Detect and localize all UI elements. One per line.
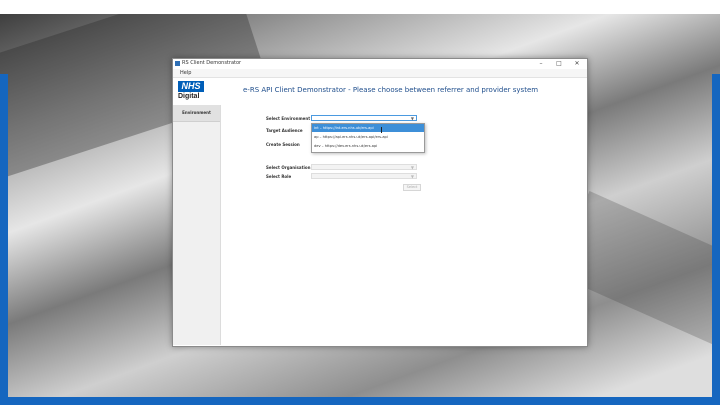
environment-label: Select Environment xyxy=(266,116,311,121)
minimize-button[interactable]: – xyxy=(533,59,549,69)
blue-frame-bottom xyxy=(0,397,720,405)
nhs-logo-box: NHS xyxy=(178,81,204,92)
nhs-digital-logo: NHS Digital xyxy=(178,81,208,101)
app-icon xyxy=(175,61,180,66)
app-window: RS Client Demonstrator – □ ✕ Help NHS Di… xyxy=(172,58,588,347)
sidebar: Environment xyxy=(173,105,221,345)
dropdown-option-dev[interactable]: dev – https://dev.ers.nhs.uk/ers-api xyxy=(312,142,424,150)
menu-help[interactable]: Help xyxy=(180,70,191,76)
target-audience-label: Target Audience xyxy=(266,128,303,133)
page-title: e-RS API Client Demonstrator - Please ch… xyxy=(243,86,539,94)
sidebar-item-environment[interactable]: Environment xyxy=(173,105,220,122)
menu-bar: Help xyxy=(173,69,587,78)
role-select[interactable]: ▼ xyxy=(311,173,417,179)
role-label: Select Role xyxy=(266,174,292,179)
close-button[interactable]: ✕ xyxy=(569,59,585,69)
maximize-button[interactable]: □ xyxy=(551,59,567,69)
blue-frame-right xyxy=(712,74,720,405)
title-bar[interactable]: RS Client Demonstrator – □ ✕ xyxy=(173,59,587,69)
select-button[interactable]: Select xyxy=(403,184,421,191)
background-top-band xyxy=(0,0,720,14)
create-session-label: Create Session xyxy=(266,142,300,147)
dropdown-option-int[interactable]: int – https://int.ers.nhs.uk/ers-api xyxy=(312,124,424,132)
environment-select[interactable]: ▼ xyxy=(311,115,417,121)
chevron-down-icon: ▼ xyxy=(410,174,414,179)
window-title: RS Client Demonstrator xyxy=(182,60,242,66)
organisation-select[interactable]: ▼ xyxy=(311,164,417,170)
blue-frame-left xyxy=(0,74,8,405)
dropdown-option-ap[interactable]: ap – https://api.ers.nhs.uk/ers-api/ers-… xyxy=(312,133,424,141)
organisation-label: Select Organisation xyxy=(266,165,311,170)
chevron-down-icon: ▼ xyxy=(410,165,414,170)
chevron-down-icon: ▼ xyxy=(410,116,414,121)
digital-logo-text: Digital xyxy=(178,93,200,100)
environment-dropdown-list: int – https://int.ers.nhs.uk/ers-api ap … xyxy=(311,123,425,153)
